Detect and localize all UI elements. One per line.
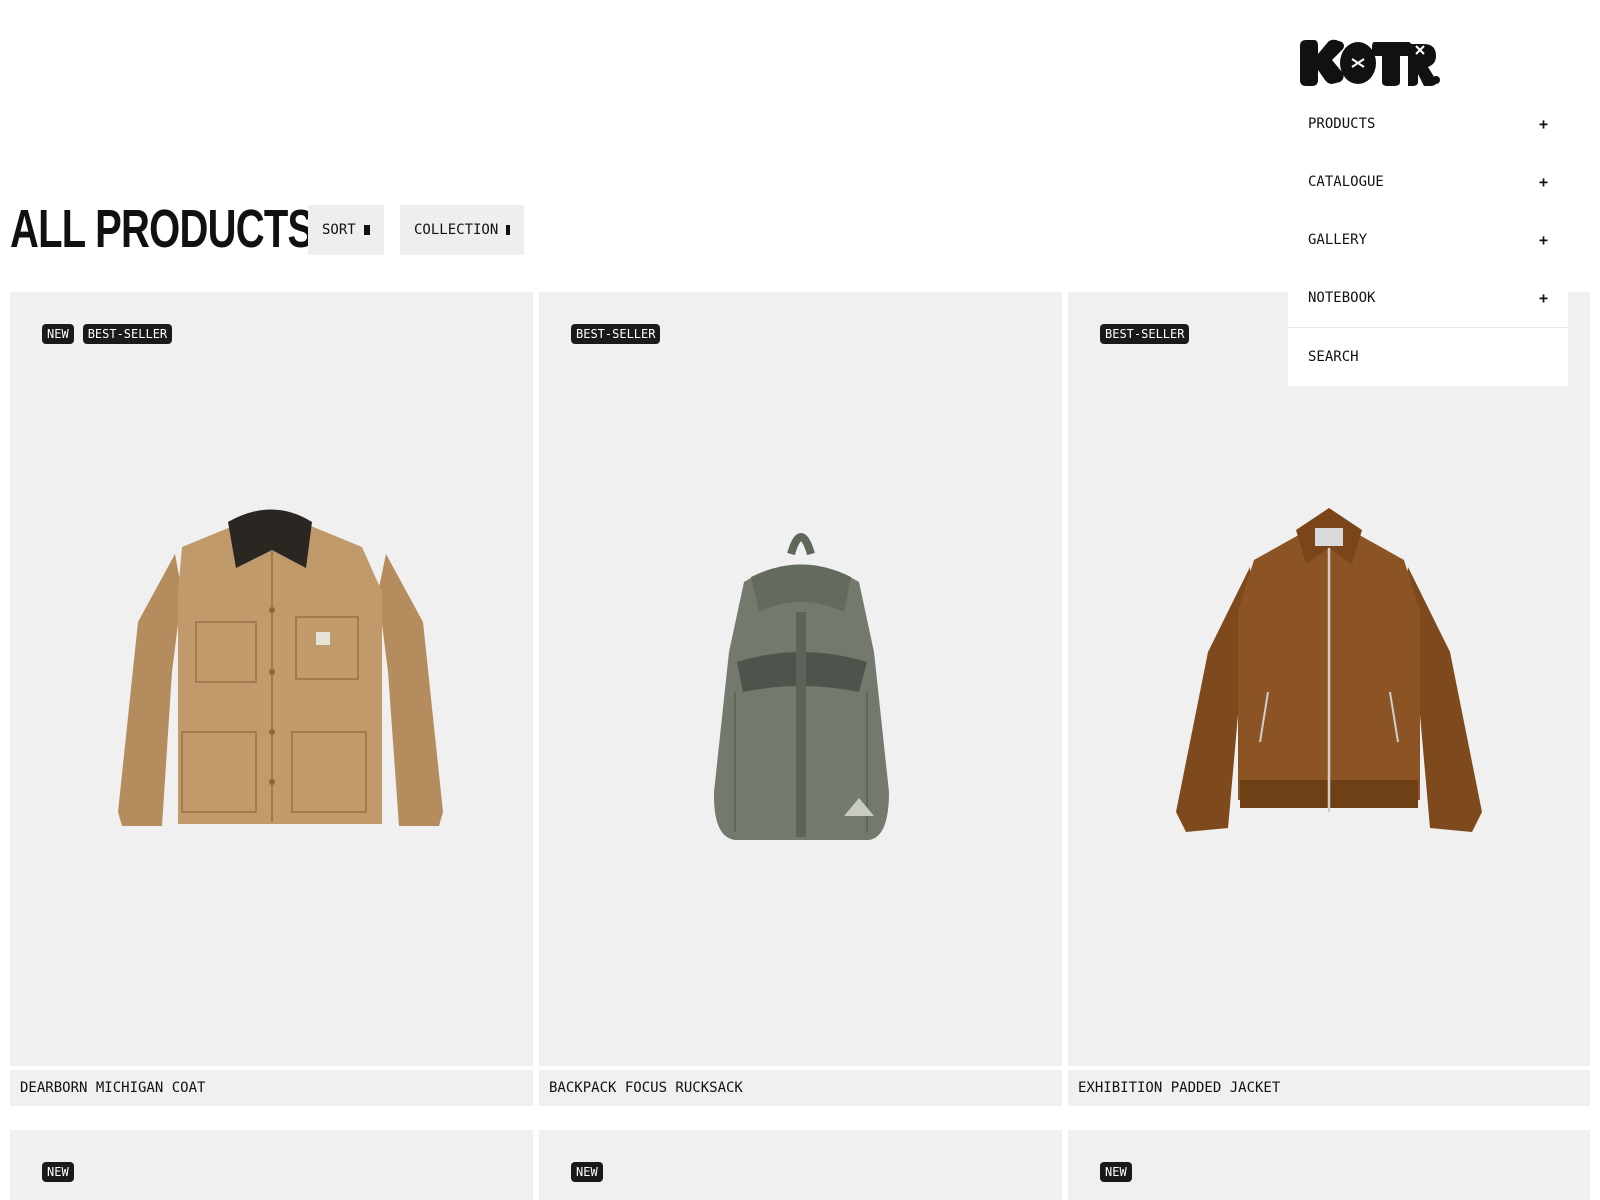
nav-item-catalogue[interactable]: CATALOGUE + (1288, 153, 1568, 211)
product-card[interactable]: NEW (10, 1130, 533, 1200)
square-icon (506, 225, 510, 235)
product-card[interactable]: BEST-SELLER (1068, 292, 1590, 1066)
new-badge: NEW (1100, 1162, 1132, 1182)
product-card[interactable]: NEW (1068, 1130, 1590, 1200)
square-icon (363, 225, 370, 235)
product-name[interactable]: BACKPACK FOCUS RUCKSACK (539, 1070, 1062, 1106)
collection-label: COLLECTION (414, 222, 499, 238)
collection-filter-button[interactable]: COLLECTION (400, 205, 524, 255)
nav-item-label: NOTEBOOK (1308, 290, 1376, 306)
jacket-image (1176, 508, 1482, 832)
rucksack-image (713, 533, 889, 840)
product-card[interactable]: NEW BEST-SELLER (10, 292, 533, 1066)
nav-item-notebook[interactable]: NOTEBOOK + (1288, 269, 1568, 327)
new-badge: NEW (571, 1162, 603, 1182)
new-badge: NEW (42, 1162, 74, 1182)
plus-icon[interactable]: + (1539, 115, 1548, 133)
nav-item-gallery[interactable]: GALLERY + (1288, 211, 1568, 269)
sort-label: SORT (322, 222, 356, 238)
sort-button[interactable]: SORT (308, 205, 384, 255)
nav-item-search[interactable]: SEARCH (1288, 328, 1568, 386)
badge-group: NEW (42, 1162, 74, 1182)
nav-item-label: GALLERY (1308, 232, 1368, 248)
page-title: ALL PRODUCTS (10, 199, 314, 259)
badge-group: NEW (571, 1162, 603, 1182)
nav-item-label: PRODUCTS (1308, 116, 1376, 132)
plus-icon[interactable]: + (1539, 289, 1548, 307)
product-name[interactable]: DEARBORN MICHIGAN COAT (10, 1070, 533, 1106)
search-label: SEARCH (1308, 349, 1359, 365)
nav-item-label: CATALOGUE (1308, 174, 1384, 190)
product-name[interactable]: EXHIBITION PADDED JACKET (1068, 1070, 1590, 1106)
badge-group: NEW (1100, 1162, 1132, 1182)
nav-item-products[interactable]: PRODUCTS + (1288, 95, 1568, 153)
plus-icon[interactable]: + (1539, 231, 1548, 249)
brand-logo[interactable] (1298, 38, 1440, 88)
nav-menu: PRODUCTS + CATALOGUE + GALLERY + NOTEBOO… (1288, 95, 1568, 386)
product-card[interactable]: NEW (539, 1130, 1062, 1200)
coat-image (118, 509, 443, 826)
plus-icon[interactable]: + (1539, 173, 1548, 191)
product-card[interactable]: BEST-SELLER (539, 292, 1062, 1066)
